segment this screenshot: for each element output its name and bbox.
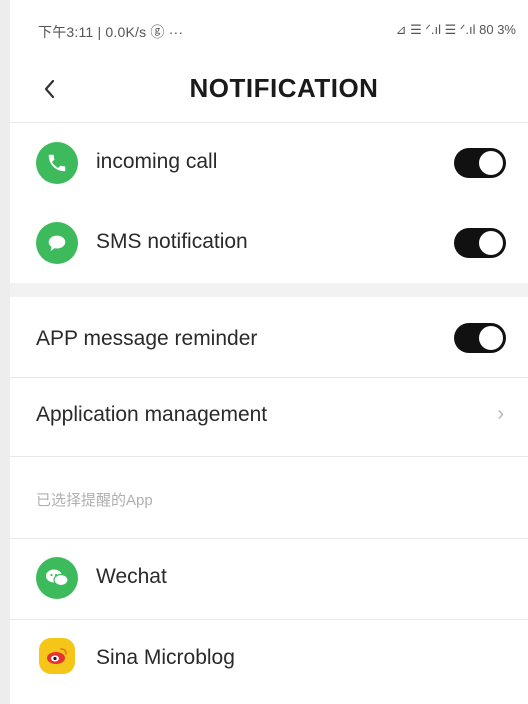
toggle-knob: [479, 326, 503, 350]
section-gap: [10, 283, 528, 297]
sms-notification-toggle[interactable]: [454, 228, 506, 258]
status-bar: 下午3:11 | 0.0K/s ⓖ ··· ⊿ ☰ ᐟ.ıl ☰ ᐟ.ıl 80…: [10, 0, 528, 56]
message-icon: [36, 222, 78, 264]
incoming-call-label: incoming call: [96, 150, 218, 173]
chevron-right-icon: ›: [497, 403, 504, 425]
sina-microblog-row[interactable]: Sina Microblog: [10, 620, 528, 700]
notification-screen: 下午3:11 | 0.0K/s ⓖ ··· ⊿ ☰ ᐟ.ıl ☰ ᐟ.ıl 80…: [10, 0, 528, 704]
wechat-row[interactable]: Wechat: [10, 539, 528, 619]
page-title: NOTIFICATION: [189, 73, 379, 103]
app-message-reminder-label: APP message reminder: [36, 327, 258, 350]
sms-notification-row: SMS notification: [10, 203, 528, 283]
incoming-call-row: incoming call: [10, 123, 528, 203]
phone-icon: [36, 142, 78, 184]
title-bar: NOTIFICATION: [10, 56, 528, 122]
wechat-icon: [36, 557, 78, 599]
toggle-knob: [479, 151, 503, 175]
device-frame-edge: [0, 0, 10, 704]
status-bar-indicators: ⊿ ☰ ᐟ.ıl ☰ ᐟ.ıl 80 3%: [395, 22, 516, 37]
incoming-call-toggle[interactable]: [454, 148, 506, 178]
selected-apps-caption: 已选择提醒的App: [36, 492, 153, 509]
status-bar-time-network: 下午3:11 | 0.0K/s ⓖ ···: [38, 24, 184, 40]
application-management-label: Application management: [36, 403, 268, 426]
application-management-row[interactable]: Application management ›: [10, 378, 528, 456]
app-message-reminder-row: APP message reminder: [10, 297, 528, 377]
app-message-reminder-toggle[interactable]: [454, 323, 506, 353]
sina-microblog-label: Sina Microblog: [96, 646, 235, 669]
weibo-icon: [39, 638, 75, 674]
sms-notification-label: SMS notification: [96, 230, 248, 253]
divider: [10, 456, 528, 457]
wechat-label: Wechat: [96, 565, 167, 588]
toggle-knob: [479, 231, 503, 255]
